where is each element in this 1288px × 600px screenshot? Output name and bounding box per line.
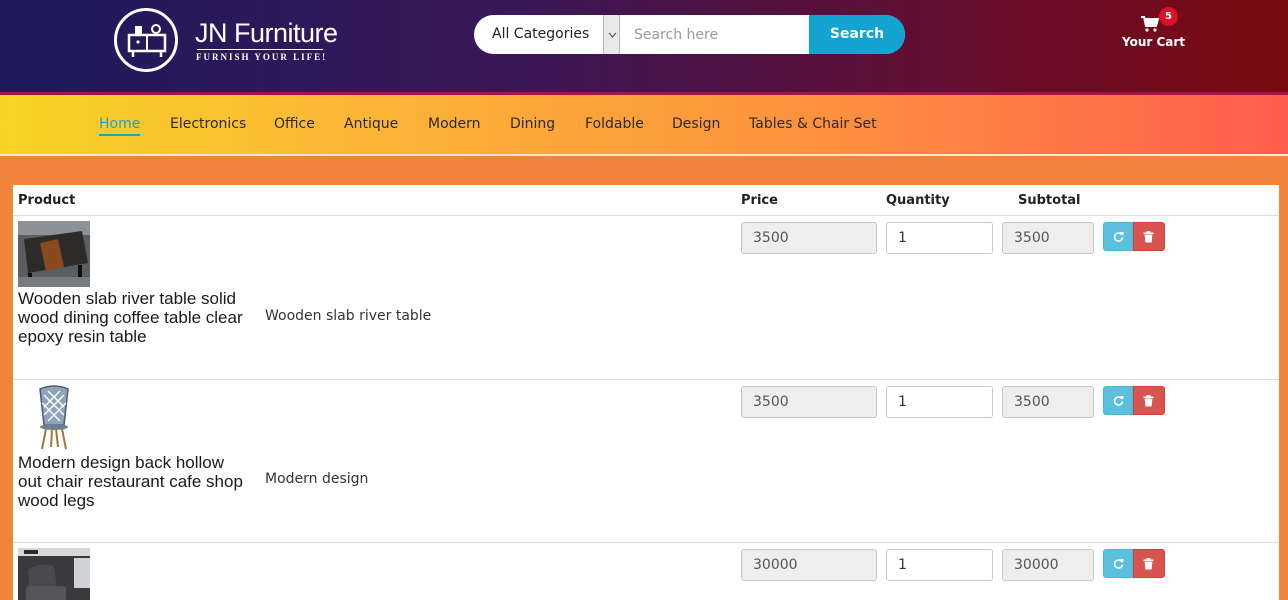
search-input[interactable] xyxy=(621,15,809,54)
nav-item-electronics[interactable]: Electronics xyxy=(170,116,246,132)
quantity-input[interactable]: 1 xyxy=(886,386,993,418)
quantity-input[interactable]: 1 xyxy=(886,222,993,254)
table-row: Modern design back hollow out chair rest… xyxy=(13,380,1279,543)
nav-item-office[interactable]: Office xyxy=(274,116,315,132)
trash-icon xyxy=(1143,395,1154,407)
armchair-room-image xyxy=(18,548,90,600)
subtotal-field: 3500 xyxy=(1002,386,1094,418)
refresh-icon xyxy=(1113,559,1124,569)
subtotal-field: 3500 xyxy=(1002,222,1094,254)
hollow-chair-image xyxy=(18,385,90,451)
river-table-image xyxy=(18,221,90,287)
price-field: 30000 xyxy=(741,549,877,581)
update-quantity-button[interactable] xyxy=(1103,549,1133,578)
price-field: 3500 xyxy=(741,386,877,418)
product-name[interactable]: Modern design back hollow out chair rest… xyxy=(18,453,248,510)
quantity-input[interactable]: 1 xyxy=(886,549,993,581)
cart-count-badge: 5 xyxy=(1159,7,1178,26)
trash-icon xyxy=(1143,558,1154,570)
nav-item-foldable[interactable]: Foldable xyxy=(585,116,644,132)
trash-icon xyxy=(1143,231,1154,243)
refresh-icon xyxy=(1113,396,1124,406)
price-field: 3500 xyxy=(741,222,877,254)
subtotal-field: 30000 xyxy=(1002,549,1094,581)
furniture-logo-icon xyxy=(127,24,167,57)
remove-item-button[interactable] xyxy=(1133,549,1165,578)
nav-item-antique[interactable]: Antique xyxy=(344,116,398,132)
header-price: Price xyxy=(741,193,778,208)
search-bar: All Categories Search xyxy=(474,15,905,54)
update-quantity-button[interactable] xyxy=(1103,386,1133,415)
product-name[interactable]: Wooden slab river table solid wood dinin… xyxy=(18,289,248,346)
refresh-icon xyxy=(1113,232,1124,242)
header-product: Product xyxy=(18,193,76,208)
header-bar: JN Furniture FURNISH YOUR LIFE! All Cate… xyxy=(0,0,1288,95)
logo[interactable] xyxy=(114,8,178,72)
brand-underline xyxy=(197,49,323,50)
product-description: Wooden slab river table xyxy=(265,308,432,324)
update-quantity-button[interactable] xyxy=(1103,222,1133,251)
cart-label[interactable]: Your Cart xyxy=(1122,35,1185,49)
table-row: Wooden slab river table solid wood dinin… xyxy=(13,216,1279,380)
nav-item-design[interactable]: Design xyxy=(672,116,720,132)
nav-item-dining[interactable]: Dining xyxy=(510,116,555,132)
header-quantity: Quantity xyxy=(886,193,950,208)
search-button[interactable]: Search xyxy=(809,15,905,54)
product-description: Modern design xyxy=(265,471,369,487)
table-row: 30000 1 30000 xyxy=(13,543,1279,600)
category-dropdown-toggle[interactable] xyxy=(603,15,620,54)
brand-name[interactable]: JN Furniture xyxy=(195,18,338,49)
category-select[interactable]: All Categories xyxy=(474,15,620,54)
remove-item-button[interactable] xyxy=(1133,386,1165,415)
brand-tagline: FURNISH YOUR LIFE! xyxy=(196,52,328,62)
chevron-down-icon xyxy=(608,32,617,38)
cart-table: Product Price Quantity Subtotal Wooden s… xyxy=(13,185,1279,600)
nav-item-modern[interactable]: Modern xyxy=(428,116,481,132)
cart-icon[interactable] xyxy=(1141,16,1159,32)
category-nav: Home Electronics Office Antique Modern D… xyxy=(0,95,1288,156)
header-subtotal: Subtotal xyxy=(1018,193,1081,208)
nav-item-home[interactable]: Home xyxy=(99,116,141,136)
nav-item-tables-chair-set[interactable]: Tables & Chair Set xyxy=(749,116,877,132)
remove-item-button[interactable] xyxy=(1133,222,1165,251)
